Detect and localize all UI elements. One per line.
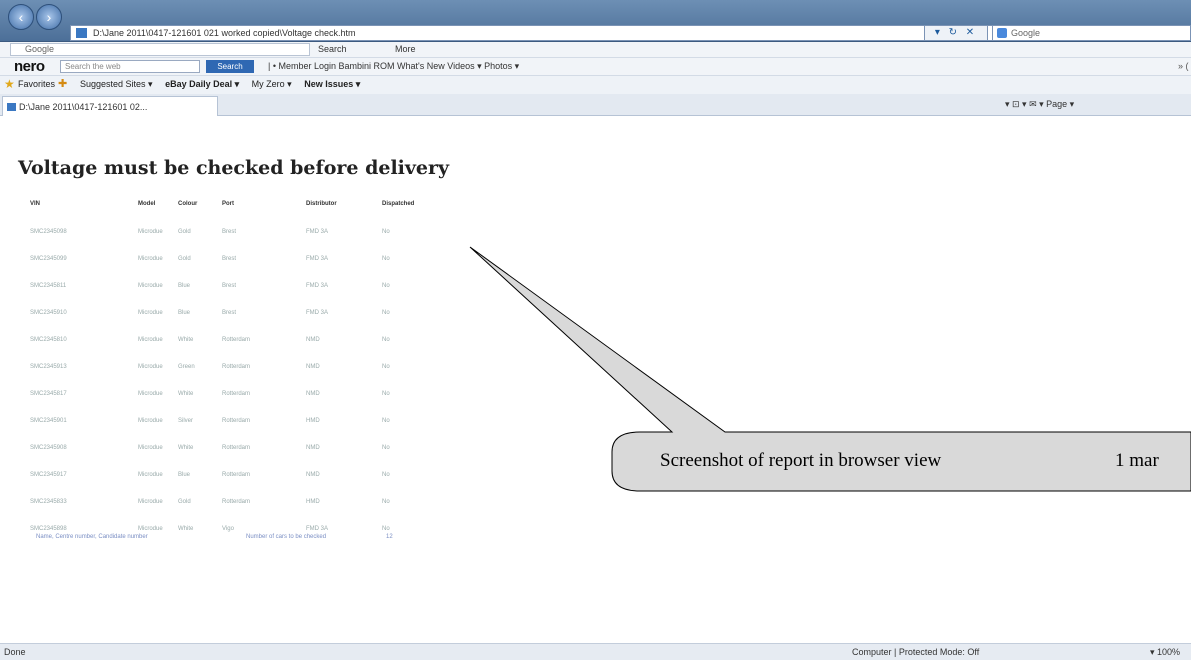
callout-text-right: 1 mar [1115, 450, 1159, 471]
security-zone[interactable]: Computer | Protected Mode: Off [852, 644, 979, 660]
status-bar: Done Computer | Protected Mode: Off ▾ 10… [0, 643, 1191, 660]
callout-shape [469, 246, 1191, 492]
callout-text: Screenshot of report in browser view [660, 450, 942, 471]
status-text: Done [4, 647, 26, 657]
zoom-control[interactable]: ▾ 100% [1150, 644, 1180, 660]
